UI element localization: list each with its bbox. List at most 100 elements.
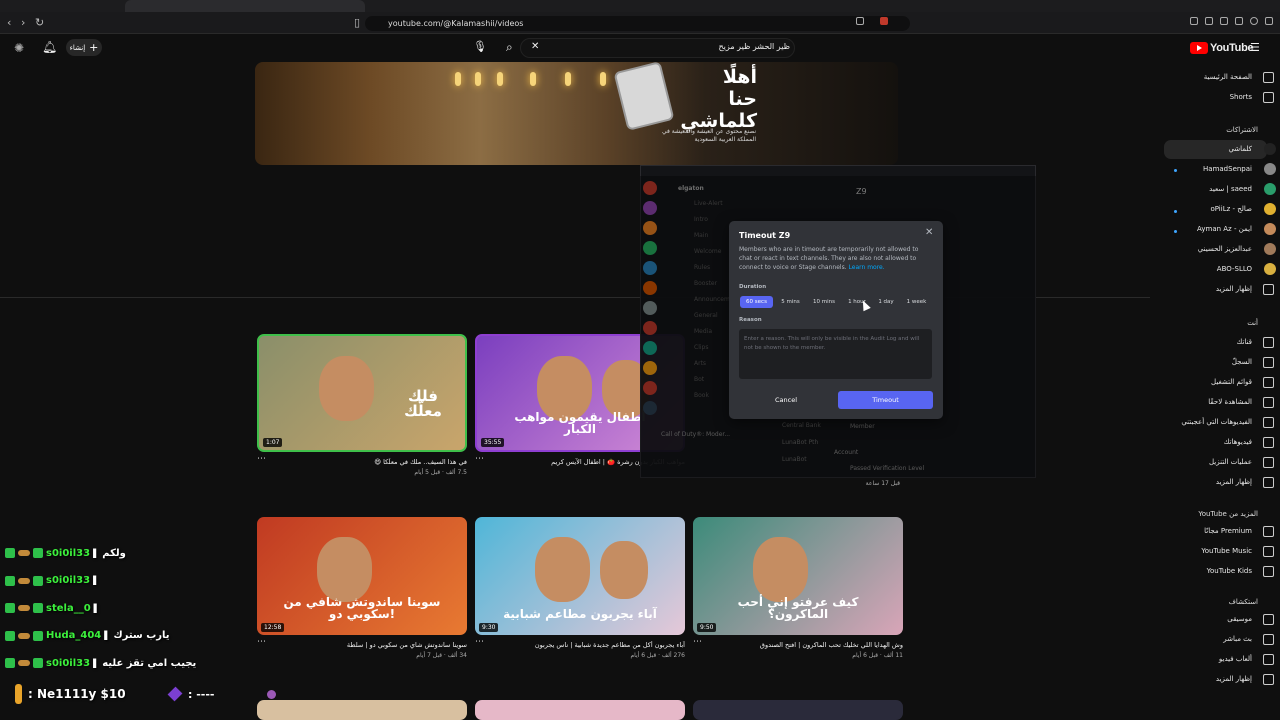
bookmark-icon[interactable]: ▯	[354, 16, 360, 30]
sidebar-item[interactable]: صالح - oPiiLz	[1088, 199, 1278, 219]
download-icon[interactable]	[1265, 17, 1273, 25]
sidebar-item[interactable]: بث مباشر	[1088, 629, 1278, 649]
person-image	[753, 537, 808, 602]
donation-alert-2: : ----	[167, 686, 276, 702]
more-actions-icon[interactable]: ⋯	[693, 637, 702, 647]
sidebar-item[interactable]: ايمن - Ayman Az	[1088, 219, 1278, 239]
sidebar-item[interactable]: Premium مجانًا	[1088, 521, 1278, 541]
duration-option[interactable]: 60 secs	[740, 296, 773, 308]
sidebar-item-label: Shorts	[1229, 93, 1252, 101]
sidebar-item-label: فيديوهاتك	[1223, 438, 1252, 446]
video-title[interactable]: وش الهدايا اللي تخليك تحب الماكرون | افت…	[713, 641, 903, 649]
sidebar-item[interactable]: إظهار المزيد	[1088, 669, 1278, 689]
search-input[interactable]: ظير الحشر ظير مزيح	[600, 42, 790, 51]
sidebar-item[interactable]: موسيقى	[1088, 609, 1278, 629]
video-thumbnail[interactable]: فلك معلّك 1:07	[257, 334, 467, 452]
more-actions-icon[interactable]: ⋯	[257, 454, 266, 464]
search-icon[interactable]: ⌕	[506, 40, 513, 55]
extension-icon[interactable]	[880, 17, 888, 25]
sidebar-item-label: بث مباشر	[1223, 635, 1252, 643]
mod-badge-icon	[5, 575, 15, 586]
subscriptions-header[interactable]: الاشتراكات	[1078, 126, 1258, 134]
active-tab[interactable]	[125, 0, 365, 12]
download-icon	[1263, 457, 1274, 468]
more-from-youtube-header: المزيد من YouTube	[1198, 510, 1258, 518]
modal-title: Timeout Z9	[739, 231, 791, 240]
sidebar-item[interactable]: ABO-SLLO	[1088, 259, 1278, 279]
youtube-logo[interactable]: YouTube	[1190, 41, 1254, 55]
sidebar-item[interactable]: فيديوهاتك	[1088, 432, 1278, 452]
video-title[interactable]: في هذا السيف.. ملك في معلّكا 😄	[277, 458, 467, 466]
video-thumbnail[interactable]: كيف عرفتو إني أحب الماكرون؟ 9:50	[693, 517, 903, 635]
sidebar-toggle-icon[interactable]	[1205, 17, 1213, 25]
sidebar-item[interactable]: المشاهدة لاحقًا	[1088, 392, 1278, 412]
shield-icon[interactable]	[1250, 17, 1258, 25]
sidebar-item[interactable]: YouTube Kids	[1088, 561, 1278, 581]
sidebar-item-label: موسيقى	[1227, 615, 1252, 623]
sidebar-item[interactable]: HamadSenpai	[1088, 159, 1278, 179]
video-duration: 9:30	[479, 623, 499, 632]
channel-icon	[1263, 337, 1274, 348]
learn-more-link[interactable]: Learn more.	[849, 264, 885, 271]
duration-option[interactable]: 10 mins	[811, 296, 837, 308]
more-actions-icon[interactable]: ⋯	[475, 454, 484, 464]
sidebar-item[interactable]: السجلّ	[1088, 352, 1278, 372]
close-icon[interactable]: ✕	[925, 227, 933, 238]
mod-badge-icon	[5, 548, 15, 558]
video-thumbnail[interactable]	[693, 700, 903, 720]
share-icon[interactable]	[1235, 17, 1243, 25]
chat-message: s0i0il33 ▌ ولكم	[5, 543, 126, 563]
forward-icon[interactable]: ›	[21, 16, 25, 30]
notifications-bell-icon[interactable]: 🔔︎	[42, 40, 57, 54]
duration-option[interactable]: 1 week	[902, 296, 931, 308]
video-thumbnail[interactable]	[475, 700, 685, 720]
sidebar-item-label: إظهار المزيد	[1215, 675, 1252, 683]
screen-icon[interactable]	[856, 17, 864, 25]
video-thumbnail[interactable]	[257, 700, 467, 720]
mic-icon[interactable]: 🎙︎	[473, 40, 487, 53]
hamburger-menu-icon[interactable]: ☰	[1250, 41, 1260, 54]
sidebar-item-label: السجلّ	[1231, 358, 1252, 366]
video-meta: 34 ألف · قبل 7 أيام	[416, 652, 467, 659]
back-icon[interactable]: ‹	[7, 16, 11, 30]
create-button[interactable]: إنشاء +	[66, 39, 102, 56]
sidebar-item[interactable]: إظهار المزيد	[1088, 279, 1278, 299]
sidebar-item[interactable]: عبدالعزيز الحسيني	[1088, 239, 1278, 259]
sidebar-item[interactable]: قوائم التشغيل	[1088, 372, 1278, 392]
url-text[interactable]: youtube.com/@Kalamashii/videos	[388, 17, 523, 30]
sidebar-item[interactable]: قناتك	[1088, 332, 1278, 352]
sidebar-item[interactable]: إظهار المزيد	[1088, 472, 1278, 492]
channel-avatar	[1264, 203, 1276, 215]
video-duration: 35:55	[481, 438, 505, 447]
reload-icon[interactable]: ↻	[35, 16, 44, 30]
sidebar-item[interactable]: Shorts	[1088, 87, 1278, 107]
timeout-button[interactable]: Timeout	[838, 391, 933, 409]
clear-search-icon[interactable]: ✕	[531, 41, 539, 52]
sidebar-item[interactable]: ألعاب فيديو	[1088, 649, 1278, 669]
sidebar-item[interactable]: عمليات التنزيل	[1088, 452, 1278, 472]
duration-option[interactable]: 1 day	[876, 296, 896, 308]
sidebar-item[interactable]: YouTube Music	[1088, 541, 1278, 561]
cancel-button[interactable]: Cancel	[739, 391, 833, 409]
sidebar-item[interactable]: الفيديوهات التي أعجبتني	[1088, 412, 1278, 432]
sidebar-item-label: YouTube Music	[1201, 547, 1252, 555]
wallet-icon[interactable]	[1220, 17, 1228, 25]
video-title[interactable]: آباء يجربون أكل من مطاعم جديدة شبابية | …	[495, 641, 685, 649]
sidebar-item-label: saeed | سعيد	[1209, 185, 1252, 193]
video-thumbnail[interactable]: سوينا ساندوتش شافي من سكوبي دو! 12:58	[257, 517, 467, 635]
gaming-icon	[1263, 654, 1274, 665]
you-header[interactable]: أنت	[1078, 319, 1258, 327]
purple-dot-icon	[266, 689, 276, 699]
video-thumbnail[interactable]: آباء يجربون مطاعم شبابية 9:30	[475, 517, 685, 635]
like-icon	[1263, 417, 1274, 428]
sidebar-item[interactable]: saeed | سعيد	[1088, 179, 1278, 199]
more-actions-icon[interactable]: ⋯	[475, 637, 484, 647]
video-title[interactable]: سوينا ساندوتش شاي من سكوبي دو | سلطة	[277, 641, 467, 649]
video-duration: 9:50	[697, 623, 717, 632]
more-actions-icon[interactable]: ⋯	[257, 637, 266, 647]
avatar-icon[interactable]: ✺	[14, 41, 24, 55]
duration-option[interactable]: 5 mins	[778, 296, 803, 308]
sidebar-item[interactable]: الصفحة الرئيسية	[1088, 67, 1278, 87]
browser-menu-icon[interactable]	[1190, 17, 1198, 25]
sidebar-item[interactable]: كلماشي	[1088, 139, 1278, 159]
